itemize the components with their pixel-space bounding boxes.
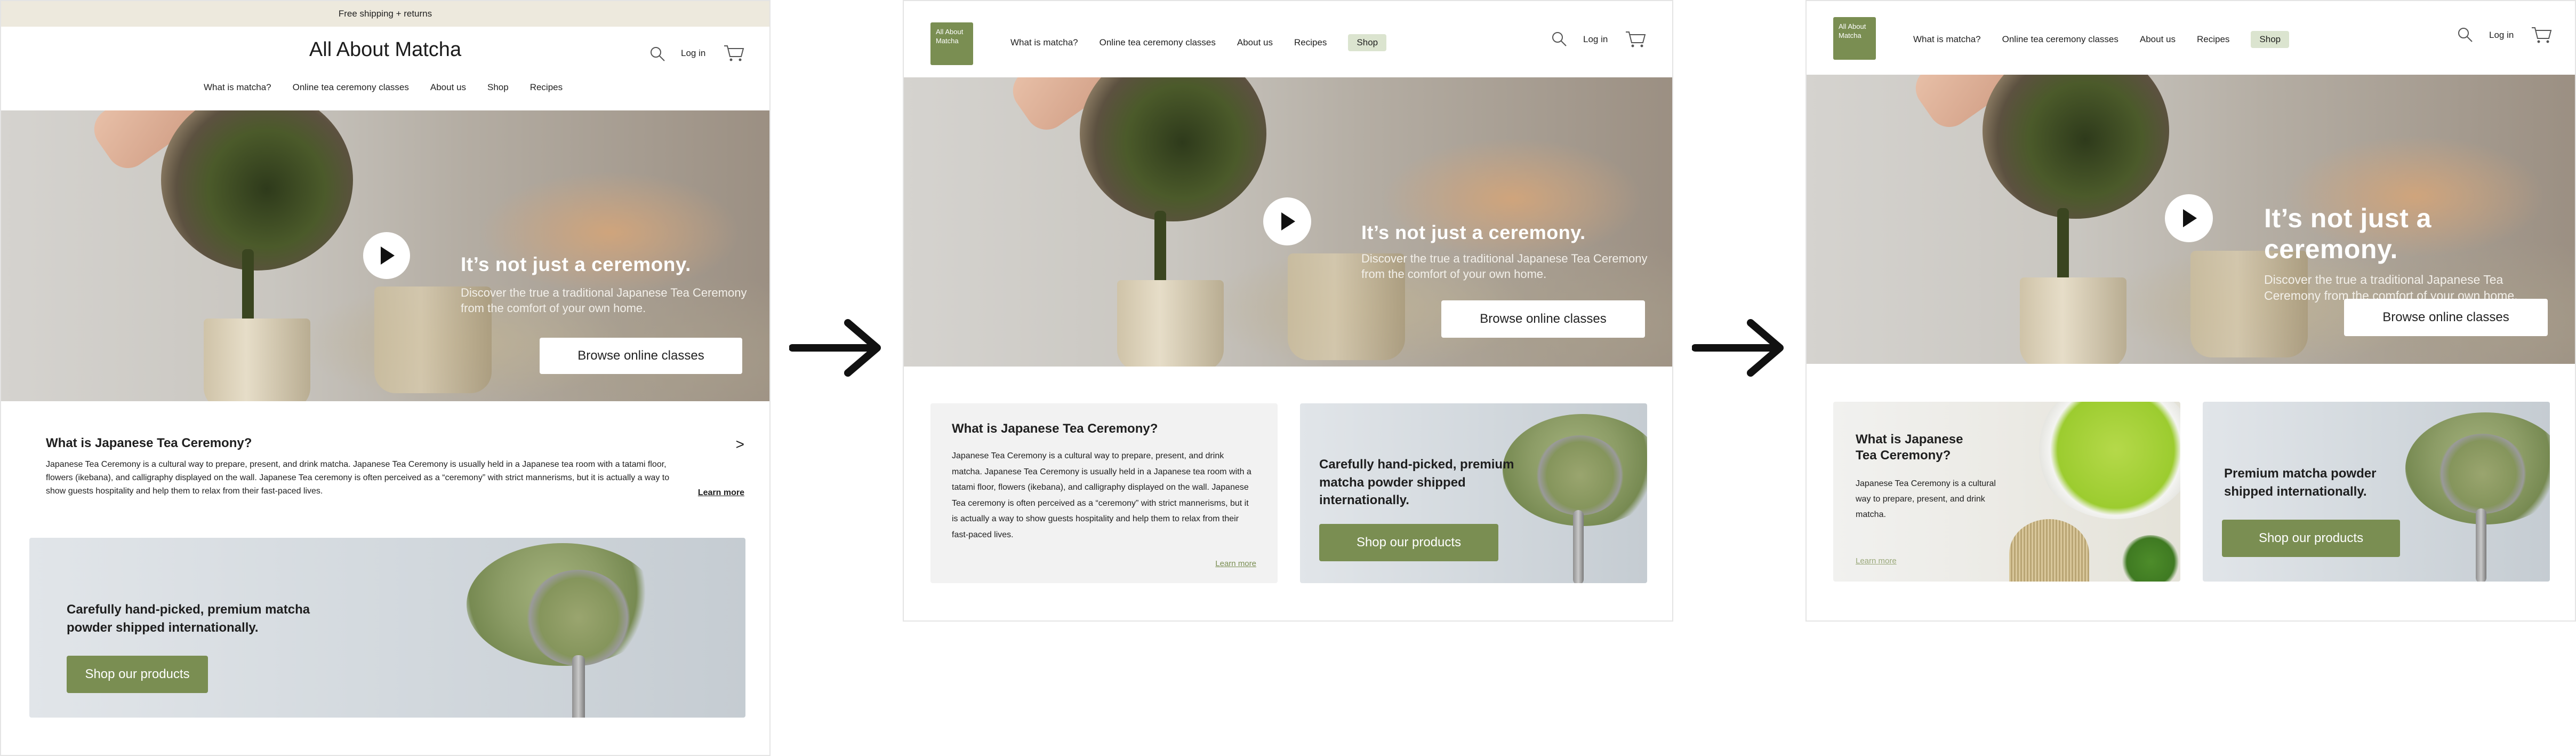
play-video-button[interactable]: [2165, 194, 2213, 242]
browse-classes-button[interactable]: Browse online classes: [540, 338, 742, 374]
nav-item-what-is-matcha[interactable]: What is matcha?: [1010, 37, 1078, 48]
learn-more-link[interactable]: Learn more: [1856, 556, 1897, 566]
card-body: Japanese Tea Ceremony is a cultural way …: [952, 451, 1251, 539]
promo-text: Carefully hand-picked, premium matcha po…: [1319, 457, 1514, 508]
tea-ceremony-card: What is Japanese Tea Ceremony? Japanese …: [930, 403, 1278, 583]
hero-photo-cup: [204, 319, 310, 401]
arrow-right-icon: [789, 319, 881, 377]
cart-icon[interactable]: [2531, 26, 2552, 46]
products-promo: Carefully hand-picked, premium matcha po…: [1300, 403, 1647, 583]
play-video-button[interactable]: [1263, 197, 1311, 245]
hero-photo-cup: [2020, 277, 2126, 364]
play-icon: [381, 246, 395, 265]
nav-item-recipes[interactable]: Recipes: [530, 82, 563, 93]
cart-icon[interactable]: [1625, 30, 1646, 51]
hero-copy: It’s not just a ceremony. Discover the t…: [2264, 203, 2568, 304]
login-link[interactable]: Log in: [1583, 34, 1608, 45]
play-video-button[interactable]: [363, 232, 410, 279]
design-iteration-2: All About Matcha What is matcha? Online …: [903, 0, 1673, 622]
chevron-right-icon[interactable]: >: [736, 436, 744, 453]
products-promo: Premium matcha powder shipped internatio…: [2203, 402, 2550, 582]
design-iteration-1: Free shipping + returns All About Matcha…: [0, 0, 771, 756]
nav-item-what-is-matcha[interactable]: What is matcha?: [1913, 34, 1981, 45]
hero-photo-pour: [242, 249, 254, 329]
nav-item-recipes[interactable]: Recipes: [2197, 34, 2229, 45]
nav-item-shop[interactable]: Shop: [487, 82, 509, 93]
shop-products-button[interactable]: Shop our products: [1319, 524, 1498, 561]
spoon-image: [1535, 435, 1625, 515]
whisk-image: [2009, 519, 2089, 582]
card-body: Japanese Tea Ceremony is a cultural way …: [1856, 479, 1996, 519]
play-icon: [1281, 212, 1295, 230]
search-icon[interactable]: [1551, 31, 1567, 50]
hero-banner: It’s not just a ceremony. Discover the t…: [904, 77, 1672, 367]
hero-banner: It’s not just a ceremony. Discover the t…: [1, 110, 769, 401]
site-logo[interactable]: All About Matcha: [930, 22, 973, 65]
hero-banner: It’s not just a ceremony. Discover the t…: [1807, 75, 2575, 364]
nav-item-about-us[interactable]: About us: [1237, 37, 1273, 48]
cart-icon[interactable]: [723, 44, 744, 65]
promo-text: Carefully hand-picked, premium matcha po…: [67, 602, 310, 635]
spoon-handle: [572, 655, 585, 718]
search-icon[interactable]: [2457, 27, 2473, 45]
nav-item-what-is-matcha[interactable]: What is matcha?: [204, 82, 271, 93]
search-icon[interactable]: [649, 46, 665, 65]
hero-subtext: Discover the true a traditional Japanese…: [1361, 252, 1648, 281]
hero-photo-bowl: [1983, 75, 2169, 219]
site-logo[interactable]: All About Matcha: [1833, 17, 1876, 60]
nav-item-about-us[interactable]: About us: [430, 82, 466, 93]
spoon-image: [525, 570, 632, 666]
spoon-image: [2437, 434, 2528, 514]
hero-photo-bowl: [1080, 77, 1266, 221]
main-nav: What is matcha? Online tea ceremony clas…: [1010, 34, 1387, 51]
hero-headline: It’s not just a ceremony.: [2264, 203, 2431, 264]
spoon-handle: [2476, 508, 2486, 582]
nav-item-recipes[interactable]: Recipes: [1294, 37, 1327, 48]
products-promo: Carefully hand-picked, premium matcha po…: [29, 538, 745, 718]
main-nav: What is matcha? Online tea ceremony clas…: [204, 82, 563, 93]
nav-item-about-us[interactable]: About us: [2140, 34, 2176, 45]
nav-item-online-classes[interactable]: Online tea ceremony classes: [1100, 37, 1216, 48]
hero-photo-cup: [1117, 280, 1224, 367]
main-nav: What is matcha? Online tea ceremony clas…: [1913, 31, 2290, 48]
hero-copy: It’s not just a ceremony. Discover the t…: [461, 253, 759, 316]
hero-photo-bowl: [161, 110, 353, 270]
matcha-cup-image: [2036, 402, 2180, 519]
section-title: What is Japanese Tea Ceremony?: [46, 436, 252, 450]
design-iteration-3: All About Matcha What is matcha? Online …: [1805, 0, 2576, 622]
shipping-banner: Free shipping + returns: [1, 1, 769, 27]
card-title: What is Japanese Tea Ceremony?: [1856, 432, 1963, 463]
nav-item-shop[interactable]: Shop: [2251, 31, 2290, 48]
nav-item-shop[interactable]: Shop: [1348, 34, 1387, 51]
hero-headline: It’s not just a ceremony.: [461, 253, 691, 275]
spoon-handle: [1573, 510, 1584, 583]
hero-photo-pour: [1154, 211, 1166, 291]
card-title: What is Japanese Tea Ceremony?: [952, 421, 1158, 436]
login-link[interactable]: Log in: [681, 48, 705, 59]
hero-subtext: Discover the true a traditional Japanese…: [461, 286, 747, 315]
hero-copy: It’s not just a ceremony. Discover the t…: [1361, 221, 1660, 282]
play-icon: [2183, 209, 2197, 227]
tea-ceremony-section: What is Japanese Tea Ceremony? > Japanes…: [46, 436, 744, 498]
learn-more-link[interactable]: Learn more: [698, 488, 744, 498]
shop-products-button[interactable]: Shop our products: [67, 656, 208, 693]
shop-products-button[interactable]: Shop our products: [2222, 520, 2400, 557]
nav-item-online-classes[interactable]: Online tea ceremony classes: [2002, 34, 2118, 45]
promo-text: Premium matcha powder shipped internatio…: [2224, 466, 2377, 499]
arrow-right-icon: [1692, 319, 1784, 377]
section-body: Japanese Tea Ceremony is a cultural way …: [46, 460, 670, 496]
nav-item-online-classes[interactable]: Online tea ceremony classes: [293, 82, 409, 93]
tea-ceremony-card: What is Japanese Tea Ceremony? Japanese …: [1833, 402, 2180, 582]
browse-classes-button[interactable]: Browse online classes: [1441, 300, 1645, 338]
matcha-scoop-image: [2121, 535, 2180, 582]
hero-headline: It’s not just a ceremony.: [1361, 221, 1586, 243]
browse-classes-button[interactable]: Browse online classes: [2344, 299, 2548, 336]
login-link[interactable]: Log in: [2489, 30, 2514, 41]
learn-more-link[interactable]: Learn more: [1215, 559, 1256, 568]
hero-photo-pour: [2057, 208, 2069, 288]
